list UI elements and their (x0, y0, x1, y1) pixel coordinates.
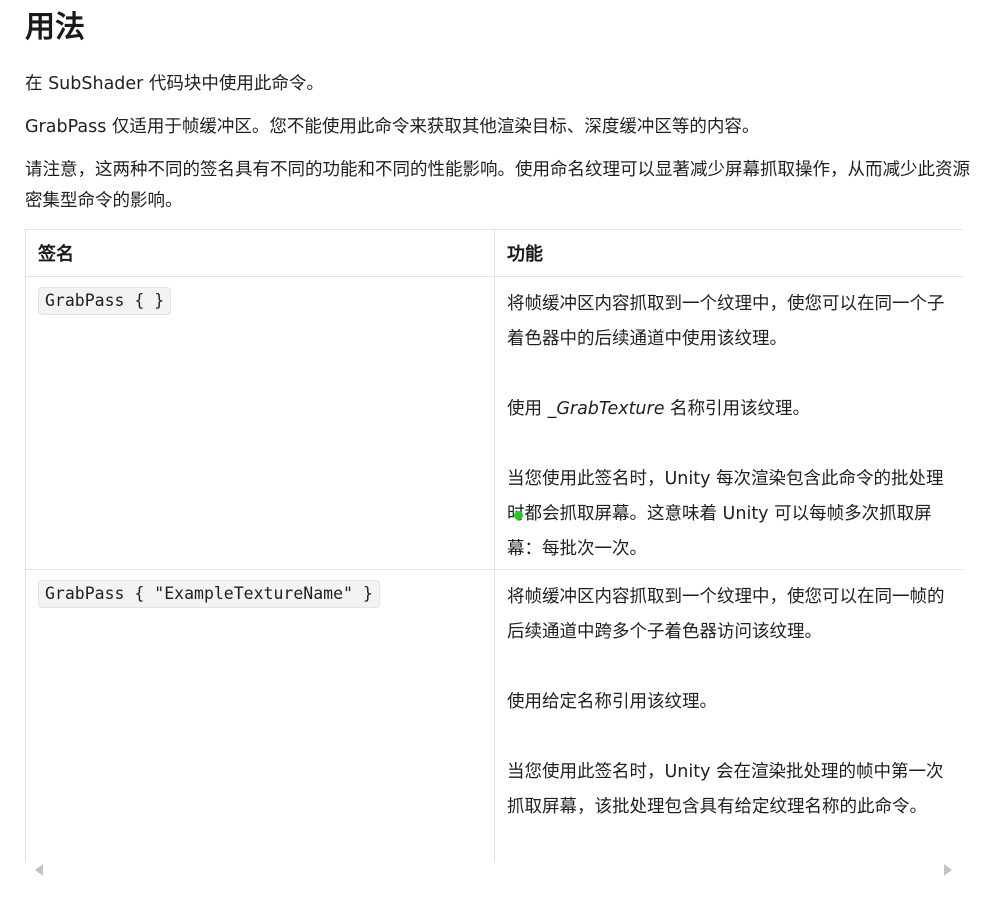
signature-table-container[interactable]: 签名 功能 GrabPass { } 将帧缓冲区内容抓取到一个纹理中，使您可以在… (25, 229, 963, 862)
function-behavior: 当您使用此签名时，Unity 会在渲染批处理的帧中第一次抓取屏幕，该批处理包含具… (507, 762, 944, 817)
function-cell: 将帧缓冲区内容抓取到一个纹理中，使您可以在同一个子着色器中的后续通道中使用该纹理… (494, 276, 963, 570)
cursor-dot (514, 511, 523, 520)
performance-note-paragraph: 请注意，这两种不同的签名具有不同的功能和不同的性能影响。使用命名纹理可以显著减少… (25, 160, 970, 211)
header-signature: 签名 (25, 229, 495, 277)
table-row: GrabPass { } 将帧缓冲区内容抓取到一个纹理中，使您可以在同一个子着色… (25, 276, 963, 570)
header-function: 功能 (494, 229, 963, 277)
scroll-right-arrow-icon[interactable] (944, 864, 952, 876)
function-behavior: 当您使用此签名时，Unity 每次渲染包含此命令的批处理时都会抓取屏幕。这意味着… (507, 469, 944, 559)
signature-code: GrabPass { } (38, 287, 172, 315)
scroll-left-arrow-icon[interactable] (35, 864, 43, 876)
table-header-row: 签名 功能 (25, 229, 963, 277)
function-description: 将帧缓冲区内容抓取到一个纹理中，使您可以在同一帧的后续通道中跨多个子着色器访问该… (507, 587, 945, 642)
usage-paragraph: 在 SubShader 代码块中使用此命令。 (25, 74, 324, 94)
signature-table: 签名 功能 GrabPass { } 将帧缓冲区内容抓取到一个纹理中，使您可以在… (25, 229, 963, 862)
framebuffer-note-paragraph: GrabPass 仅适用于帧缓冲区。您不能使用此命令来获取其他渲染目标、深度缓冲… (25, 117, 760, 137)
signature-cell: GrabPass { "ExampleTextureName" } (25, 569, 495, 862)
section-heading: 用法 (25, 10, 85, 45)
document-page: 用法 在 SubShader 代码块中使用此命令。 GrabPass 仅适用于帧… (0, 0, 1000, 900)
table-row: GrabPass { "ExampleTextureName" } 将帧缓冲区内… (25, 569, 963, 862)
function-reference: 使用给定名称引用该纹理。 (507, 692, 717, 712)
signature-cell: GrabPass { } (25, 276, 495, 570)
signature-code: GrabPass { "ExampleTextureName" } (38, 580, 380, 608)
texture-name-emphasis: _GrabTexture (547, 399, 665, 419)
reference-prefix: 使用 (507, 399, 548, 419)
function-reference: 使用 _GrabTexture 名称引用该纹理。 (507, 392, 951, 427)
function-description: 将帧缓冲区内容抓取到一个纹理中，使您可以在同一个子着色器中的后续通道中使用该纹理… (507, 294, 945, 349)
function-cell: 将帧缓冲区内容抓取到一个纹理中，使您可以在同一帧的后续通道中跨多个子着色器访问该… (494, 569, 963, 862)
reference-suffix: 名称引用该纹理。 (664, 399, 811, 419)
